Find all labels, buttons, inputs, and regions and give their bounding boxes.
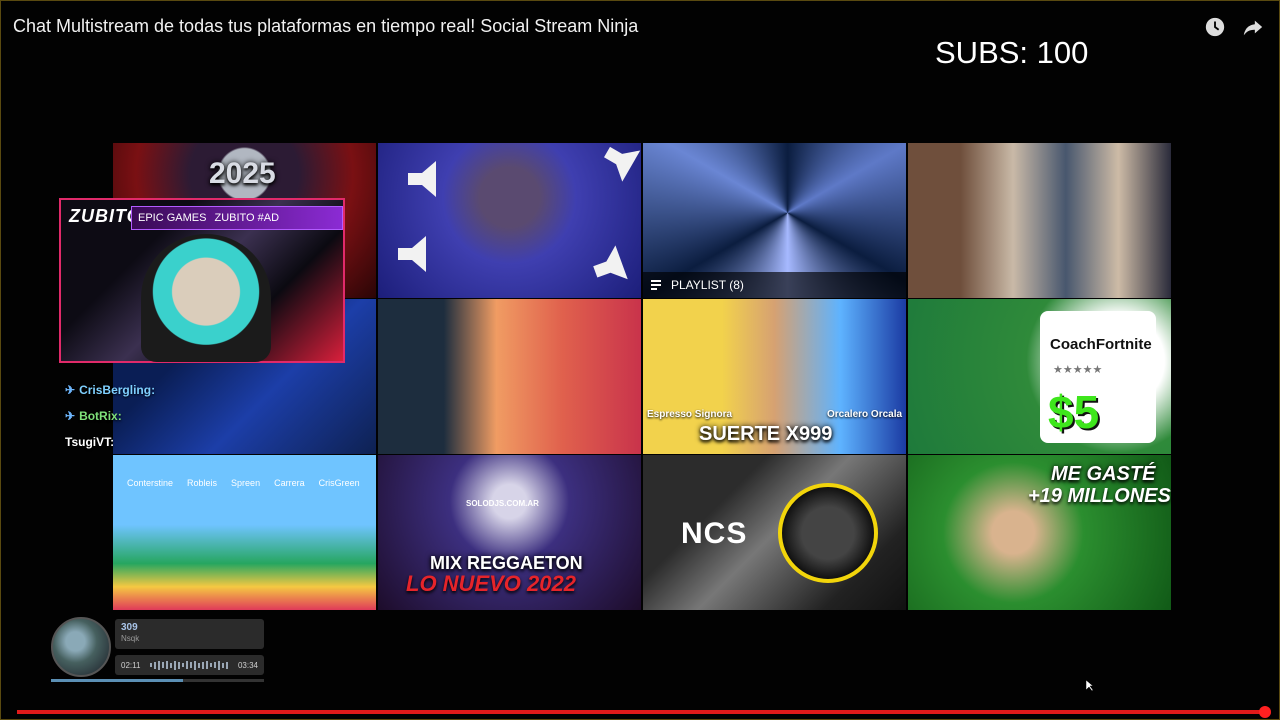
video-title: Chat Multistream de todas tus plataforma… bbox=[13, 16, 639, 36]
tile-caption: 2025 bbox=[209, 157, 276, 190]
playlist-bar: PLAYLIST (8) bbox=[643, 272, 906, 298]
endscreen-tile-ncs[interactable]: NCS bbox=[643, 455, 906, 610]
track-artist: Nsqk bbox=[121, 634, 140, 643]
scrubber-knob[interactable] bbox=[1258, 706, 1271, 718]
rating-stars: ★★★★★ bbox=[1053, 364, 1103, 376]
tile-caption: SUERTE X999 bbox=[699, 423, 833, 445]
streamer-overlay: ZUBITO EPIC GAMES ZUBITO #AD bbox=[59, 198, 345, 363]
endscreen-tile-me-gaste[interactable]: ME GASTÉ +19 MILLONES bbox=[908, 455, 1171, 610]
track-progress: 02:11 03:34 bbox=[115, 655, 264, 675]
mouse-cursor-icon bbox=[1086, 680, 1094, 692]
player-name: Spreen bbox=[231, 478, 261, 488]
tile-caption: NCS bbox=[681, 517, 748, 550]
chat-username: CrisBergling: bbox=[79, 383, 156, 397]
endscreen-tile-loud-sounds[interactable] bbox=[378, 143, 641, 298]
video-progress-bar[interactable] bbox=[17, 706, 1271, 718]
endscreen-tile-suits[interactable] bbox=[908, 143, 1171, 298]
chat-message: ✈ CrisBergling: bbox=[65, 377, 315, 403]
endscreen-tile-mix-reggaeton[interactable]: SOLODJS.COM.AR MIX REGGAETON LO NUEVO 20… bbox=[378, 455, 641, 610]
tile-caption-secondary: LO NUEVO 2022 bbox=[406, 571, 576, 596]
chat-overlay: ✈ CrisBergling: ✈ BotRix: TsugiVT: bbox=[65, 377, 315, 455]
epic-banner: EPIC GAMES ZUBITO #AD bbox=[131, 206, 343, 230]
subs-counter: SUBS: 100 bbox=[935, 35, 1089, 70]
endscreen-tile-boxing[interactable] bbox=[378, 299, 641, 454]
chat-badge-icon: ✈ bbox=[65, 409, 76, 423]
tile-caption: CoachFortnite bbox=[1050, 336, 1152, 353]
chat-message: TsugiVT: bbox=[65, 429, 315, 455]
ncs-ring bbox=[778, 483, 878, 583]
chat-username: TsugiVT: bbox=[65, 435, 115, 449]
share-icon[interactable] bbox=[1241, 15, 1265, 39]
tile-caption-secondary: +19 MILLONES bbox=[1028, 485, 1171, 507]
progress-played bbox=[17, 710, 1265, 714]
tile-label: Espresso Signora bbox=[647, 409, 733, 420]
tile-price: $5 bbox=[1048, 386, 1100, 438]
music-player-widget: 309 Nsqk 02:11 03:34 bbox=[51, 617, 264, 683]
album-art bbox=[51, 617, 111, 677]
playlist-label: PLAYLIST (8) bbox=[671, 278, 744, 292]
track-title: 309 bbox=[121, 622, 138, 633]
chat-badge-icon: ✈ bbox=[65, 383, 76, 397]
chat-username: BotRix: bbox=[79, 409, 122, 423]
banner-code: ZUBITO #AD bbox=[214, 212, 280, 224]
duration-time: 03:34 bbox=[237, 660, 258, 670]
player-names: Conterstine Robleis Spreen Carrera CrisG… bbox=[127, 478, 360, 488]
watch-later-icon[interactable] bbox=[1203, 15, 1227, 39]
endscreen-tile-coach-fortnite[interactable]: CoachFortnite ★★★★★ $5 bbox=[908, 299, 1171, 454]
track-info: 309 Nsqk bbox=[115, 619, 264, 649]
video-player[interactable]: Chat Multistream de todas tus plataforma… bbox=[0, 0, 1280, 720]
music-progress-bar bbox=[51, 679, 264, 682]
endscreen-tile-minecraft-squid[interactable]: Conterstine Robleis Spreen Carrera CrisG… bbox=[113, 455, 376, 610]
top-controls bbox=[1203, 15, 1265, 39]
speaker-icons bbox=[398, 146, 641, 280]
tile-caption: ME GASTÉ bbox=[1051, 463, 1156, 485]
music-progress-fill bbox=[51, 679, 184, 682]
tile-label: Orcalero Orcala bbox=[827, 409, 903, 420]
chat-message: ✈ BotRix: bbox=[65, 403, 315, 429]
playlist-icon bbox=[651, 280, 661, 290]
player-name: CrisGreen bbox=[318, 478, 360, 488]
elapsed-time: 02:11 bbox=[121, 660, 141, 670]
tile-site: SOLODJS.COM.AR bbox=[466, 499, 539, 508]
endscreen-tile-playlist[interactable]: PLAYLIST (8) bbox=[643, 143, 906, 298]
player-name: Robleis bbox=[187, 478, 218, 488]
waveform bbox=[150, 660, 229, 670]
streamer-avatar bbox=[141, 234, 271, 362]
player-name: Conterstine bbox=[127, 478, 174, 488]
banner-brand: EPIC GAMES bbox=[138, 212, 207, 224]
endscreen-tile-suerte[interactable]: SUERTE X999 Espresso Signora Orcalero Or… bbox=[643, 299, 906, 454]
player-name: Carrera bbox=[274, 478, 305, 488]
